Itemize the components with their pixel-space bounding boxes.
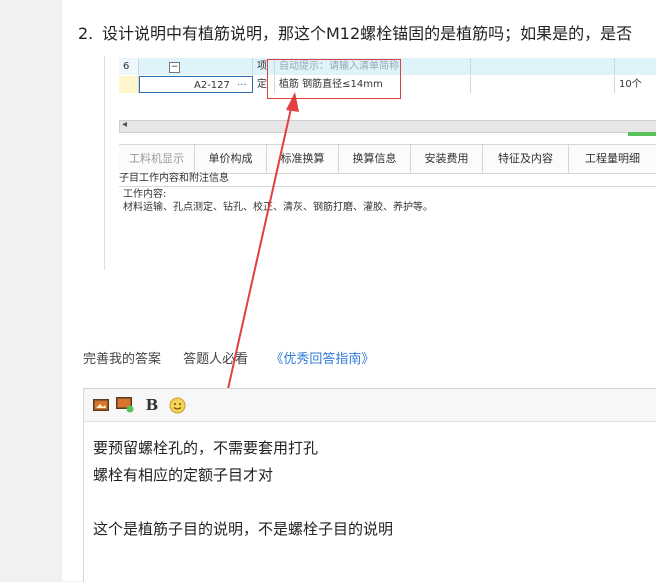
- question-item: 2. 设计说明中有植筋说明，那这个M12螺栓锚固的是植筋吗；如果是的，是否: [78, 20, 656, 44]
- quota-code: A2-127: [194, 80, 230, 91]
- answer-editor: B 要预留螺栓孔的，不需要套用打孔 螺栓有相应的定额子目才对 这个是植筋子目的说…: [83, 388, 656, 582]
- tab-item: 安装费用: [411, 145, 483, 173]
- code-cell: A2-127 ···: [139, 76, 253, 93]
- grid-row: A2-127 ··· 定 植筋 钢筋直径≤14mm 10个: [119, 76, 656, 93]
- question-text: 设计说明中有植筋说明，那这个M12螺栓锚固的是植筋吗；如果是的，是否: [102, 24, 633, 43]
- horizontal-scrollbar: ◂: [119, 119, 656, 136]
- editor-content[interactable]: 要预留螺栓孔的，不需要套用打孔 螺栓有相应的定额子目才对 这个是植筋子目的说明，…: [93, 435, 393, 543]
- unit-cell: 10个: [615, 76, 656, 93]
- answer-line: 要预留螺栓孔的，不需要套用打孔: [93, 439, 319, 457]
- type-cell: 项: [253, 58, 275, 75]
- work-text: 材料运输、孔点测定、钻孔、校正、清灰、钢筋打磨、灌胶、养护等。: [123, 202, 433, 213]
- detail-tabs: 工料机显示 单价构成 标准换算 换算信息 安装费用 特征及内容 工程量明细: [119, 144, 656, 174]
- question-number: 2.: [78, 24, 94, 43]
- embedded-screenshot: 6 − 项 自动提示：请输入清单简称 A2-127 ··· 定 植筋 钢筋直径≤…: [104, 56, 656, 270]
- work-content-body: 工作内容: 材料运输、孔点测定、钻孔、校正、清灰、钢筋打磨、灌胶、养护等。: [123, 188, 433, 214]
- row-number: [119, 76, 139, 93]
- improve-answer-link[interactable]: 完善我的答案: [83, 352, 161, 367]
- name-cell: 植筋 钢筋直径≤14mm: [275, 76, 471, 93]
- answer-line: [93, 489, 393, 516]
- tab-item: 特征及内容: [483, 145, 569, 173]
- more-icon: ···: [237, 80, 247, 91]
- progress-indicator: [628, 132, 656, 136]
- answer-actions: 完善我的答案 答题人必看 《优秀回答指南》: [83, 348, 392, 367]
- row-number: 6: [119, 58, 139, 75]
- hint-cell: 自动提示：请输入清单简称: [275, 58, 471, 75]
- type-cell: 定: [253, 76, 275, 93]
- work-label: 工作内容:: [123, 189, 167, 200]
- empty-cell: [471, 76, 615, 93]
- grid-row: 6 − 项 自动提示：请输入清单简称: [119, 58, 656, 75]
- image-icon[interactable]: [93, 397, 109, 413]
- must-read-label: 答题人必看: [183, 352, 249, 367]
- collapse-icon: −: [169, 62, 180, 73]
- left-margin: [0, 0, 62, 581]
- quota-grid: 6 − 项 自动提示：请输入清单简称 A2-127 ··· 定 植筋 钢筋直径≤…: [119, 58, 656, 94]
- work-panel-title: 子目工作内容和附注信息: [119, 172, 656, 187]
- tab-item: 换算信息: [339, 145, 411, 173]
- tab-item: 标准换算: [267, 145, 339, 173]
- empty-cell: [471, 58, 615, 75]
- tab-item: 单价构成: [195, 145, 267, 173]
- bold-button[interactable]: B: [144, 396, 160, 414]
- tree-cell: −: [139, 58, 253, 75]
- answer-line: 螺栓有相应的定额子目才对: [93, 466, 274, 484]
- tab-item: 工程量明细: [569, 145, 656, 173]
- upload-image-icon[interactable]: [116, 397, 134, 413]
- tab-item: 工料机显示: [119, 145, 195, 173]
- answer-line: 这个是植筋子目的说明，不是螺栓子目的说明: [93, 520, 394, 538]
- scroll-left-icon: ◂: [122, 119, 128, 130]
- empty-cell: [615, 58, 656, 75]
- work-content-panel: 子目工作内容和附注信息 工作内容: 材料运输、孔点测定、钻孔、校正、清灰、钢筋打…: [119, 172, 656, 270]
- editor-toolbar: B: [84, 389, 656, 422]
- answer-guide-link[interactable]: 《优秀回答指南》: [270, 352, 374, 367]
- emoji-icon[interactable]: [168, 397, 186, 413]
